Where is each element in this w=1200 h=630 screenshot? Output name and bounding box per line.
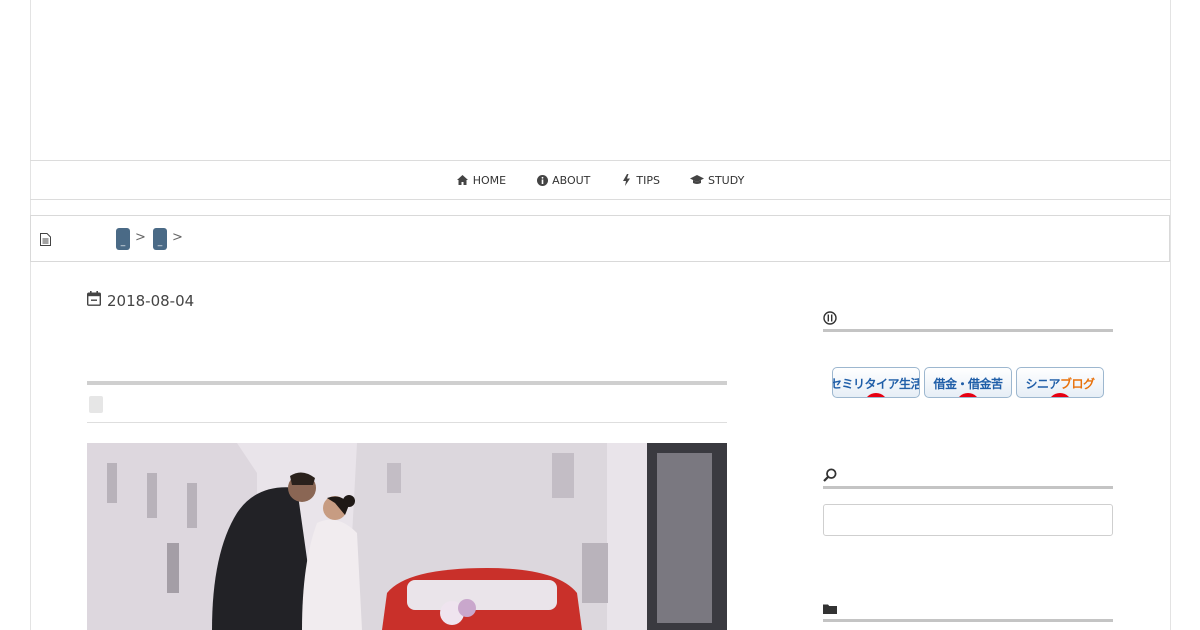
ranking-widget-title xyxy=(823,308,1113,332)
post-title-divider xyxy=(87,422,727,423)
nav-item-about[interactable]: ABOUT xyxy=(536,174,590,187)
breadcrumb: _ > _ > xyxy=(30,215,1170,262)
nav-label-study: STUDY xyxy=(707,173,745,187)
banner-label-accent: ブログ xyxy=(1060,377,1095,391)
ranking-banner-semi-retire[interactable]: セミリタイア生活 xyxy=(832,367,920,398)
graduation-cap-icon xyxy=(689,174,704,186)
nav-label-home: HOME xyxy=(472,173,507,187)
bolt-icon xyxy=(620,174,632,186)
post-title-placeholder xyxy=(89,396,103,413)
ranking-banner-senior-blog[interactable]: シニアブログ xyxy=(1016,367,1104,398)
search-input[interactable] xyxy=(823,504,1113,536)
search-widget-title xyxy=(823,465,1113,489)
ranking-icon xyxy=(823,310,837,325)
post-title-rule xyxy=(87,381,727,385)
global-nav: HOME ABOUT TIPS STUDY xyxy=(30,160,1171,200)
breadcrumb-link-1[interactable]: _ xyxy=(116,228,130,250)
site-header xyxy=(30,0,1171,160)
banner-label-main: シニア xyxy=(1025,377,1060,391)
ranking-banner-debt[interactable]: 借金・借金苦 xyxy=(924,367,1012,398)
nav-label-tips: TIPS xyxy=(636,173,660,187)
document-icon xyxy=(40,231,52,246)
post-date-text: 2018-08-04 xyxy=(107,291,195,310)
nav-item-home[interactable]: HOME xyxy=(457,174,506,187)
banner-label: セミリタイア生活 xyxy=(832,377,920,391)
hero-image xyxy=(87,443,727,630)
home-icon xyxy=(457,174,469,186)
banner-label: 借金・借金苦 xyxy=(933,377,1003,391)
breadcrumb-link-2[interactable]: _ xyxy=(153,228,167,250)
info-icon xyxy=(536,174,548,186)
folder-icon xyxy=(823,600,837,614)
nav-item-tips[interactable]: TIPS xyxy=(620,174,660,187)
banner-label: シニアブログ xyxy=(1025,375,1095,392)
nav-label-about: ABOUT xyxy=(552,173,591,187)
post-date: 2018-08-04 xyxy=(86,291,195,310)
category-widget-title xyxy=(823,598,1113,622)
nav-item-study[interactable]: STUDY xyxy=(689,173,745,187)
search-icon xyxy=(823,467,837,482)
breadcrumb-separator: > xyxy=(172,230,183,245)
breadcrumb-separator: > xyxy=(135,230,146,245)
calendar-icon xyxy=(86,291,102,310)
